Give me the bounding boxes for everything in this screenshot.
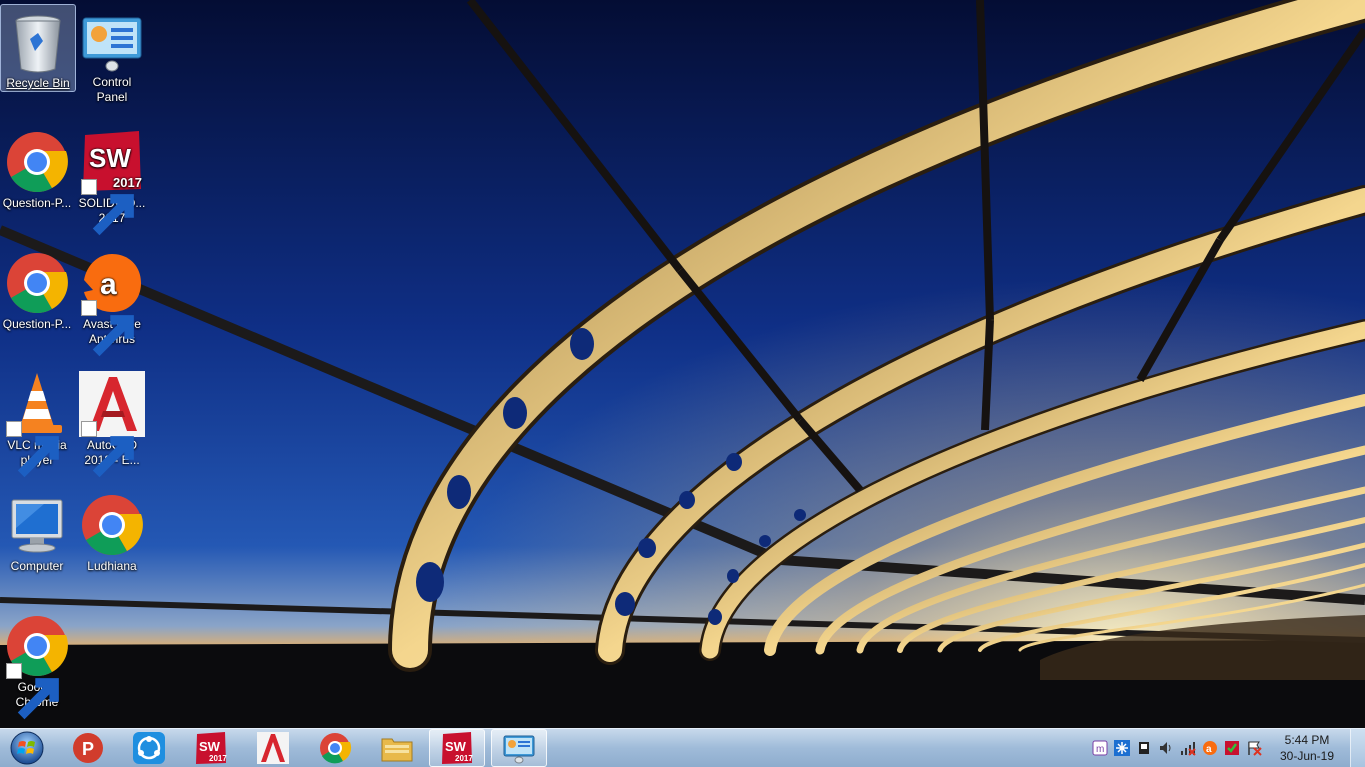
shortcut-arrow-icon <box>81 300 134 357</box>
desktop-icon-label: Question-P... <box>2 196 72 210</box>
taskbar-teamviewer-button[interactable] <box>121 729 177 767</box>
desktop-icon-question-paper-2[interactable]: Question-P... <box>0 246 74 332</box>
taskbar-autocad-button[interactable] <box>245 729 301 767</box>
recycle-bin-icon <box>15 15 61 73</box>
solidworks-icon: SW 2017 <box>442 732 473 764</box>
chrome-icon <box>82 495 143 556</box>
taskbar-solidworks-button[interactable]: SW 2017 <box>183 729 239 767</box>
svg-text:a: a <box>1206 744 1212 755</box>
svg-text:SW: SW <box>89 143 131 173</box>
desktop-icon-label: Ludhiana <box>87 559 137 573</box>
taskbar-file-explorer-button[interactable] <box>369 729 425 767</box>
solidworks-tray-icon[interactable] <box>1224 740 1240 756</box>
pdf-reader-icon: P <box>73 733 103 763</box>
shortcut-arrow-icon <box>81 179 134 236</box>
svg-text:SW: SW <box>445 739 467 754</box>
desktop-icon-label: Question-P... <box>2 317 72 331</box>
volume-icon[interactable] <box>1158 740 1174 756</box>
svg-text:P: P <box>82 739 94 759</box>
chrome-icon <box>7 253 68 314</box>
solidworks-icon: SW 2017 <box>196 732 227 764</box>
svg-text:SW: SW <box>199 739 221 754</box>
windows-start-orb-icon <box>10 731 44 765</box>
control-panel-icon <box>503 735 535 764</box>
svg-text:2017: 2017 <box>209 754 227 763</box>
svg-text:a: a <box>100 268 117 301</box>
clock-date: 30-Jun-19 <box>1279 749 1335 763</box>
clock-time: 5:44 PM <box>1284 733 1330 747</box>
desktop-icon-label: Computer <box>10 559 64 573</box>
chrome-icon <box>7 132 68 193</box>
desktop-icon-solidworks[interactable]: SW 2017 SOLIDWO... 2017 <box>75 125 149 236</box>
shortcut-arrow-icon <box>6 663 59 720</box>
desktop-icon-recycle-bin[interactable]: Recycle Bin <box>0 4 76 92</box>
taskbar-clock[interactable]: 5:44 PM 30-Jun-19 <box>1275 732 1339 764</box>
show-desktop-button[interactable] <box>1350 729 1365 767</box>
desktop-icon-autocad[interactable]: AutoCAD 2018 - E... <box>75 367 149 478</box>
control-panel-icon <box>82 17 142 72</box>
shortcut-arrow-icon <box>81 421 134 478</box>
file-explorer-icon <box>381 738 413 762</box>
taskbar-chrome-button[interactable] <box>307 729 363 767</box>
network-sync-icon[interactable] <box>1114 740 1130 756</box>
desktop-icon-google-chrome[interactable]: Google Chrome <box>0 609 74 720</box>
taskbar: P SW 2017 SW 2017 m a 5:44 PM 30-Jun-19 <box>0 728 1365 767</box>
computer-icon <box>11 499 63 553</box>
desktop-icon-control-panel[interactable]: Control Panel <box>75 4 149 105</box>
desktop-icon-label: Recycle Bin <box>6 76 70 90</box>
taskbar-pdf-reader-button[interactable]: P <box>60 729 116 767</box>
svg-text:2017: 2017 <box>455 754 473 763</box>
autocad-icon <box>257 732 289 764</box>
taskbar-control-panel-button[interactable] <box>491 729 547 767</box>
action-center-flag-icon[interactable] <box>1246 740 1262 756</box>
desktop-icon-computer[interactable]: Computer <box>0 488 74 574</box>
desktop-icon-ludhiana[interactable]: Ludhiana <box>75 488 149 574</box>
start-button[interactable] <box>4 730 50 766</box>
device-icon[interactable] <box>1136 740 1152 756</box>
shortcut-arrow-icon <box>6 421 59 478</box>
desktop-icon-avast[interactable]: a Avast Free Antivirus <box>75 246 149 357</box>
system-tray: m a <box>1089 729 1265 767</box>
desktop-wallpaper <box>0 0 1365 728</box>
teamviewer-icon <box>133 732 165 764</box>
taskbar-solidworks-running-button[interactable]: SW 2017 <box>429 729 485 767</box>
chrome-icon <box>320 733 352 764</box>
app-tray-icon[interactable]: m <box>1092 740 1108 756</box>
desktop-icon-question-paper-1[interactable]: Question-P... <box>0 125 74 211</box>
avast-tray-icon[interactable]: a <box>1202 740 1218 756</box>
network-icon[interactable] <box>1180 740 1196 756</box>
svg-text:m: m <box>1096 744 1104 755</box>
desktop-icon-vlc[interactable]: VLC media player <box>0 367 74 478</box>
desktop-icon-label: Control Panel <box>92 75 132 104</box>
